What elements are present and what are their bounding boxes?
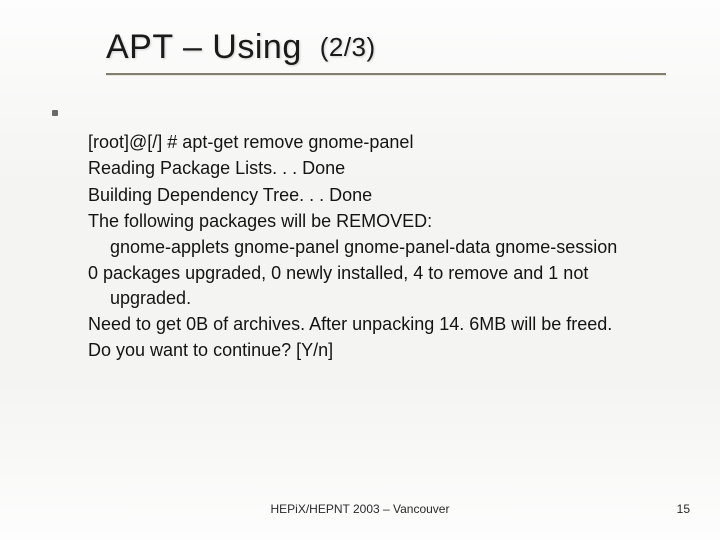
title-part: (2/3): [320, 32, 376, 62]
page-number: 15: [677, 502, 690, 516]
slide: APT – Using (2/3) [root]@[/] # apt-get r…: [0, 0, 720, 540]
body-text: [root]@[/] # apt-get remove gnome-panelR…: [88, 130, 690, 365]
body-line: gnome-applets gnome-panel gnome-panel-da…: [88, 235, 690, 259]
title-block: APT – Using (2/3): [106, 28, 680, 75]
bullet-icon: [52, 110, 58, 116]
body-line: 0 packages upgraded, 0 newly installed, …: [88, 261, 690, 310]
title-main: APT – Using: [106, 28, 302, 66]
body-line: Need to get 0B of archives. After unpack…: [88, 312, 690, 336]
body-line: Reading Package Lists. . . Done: [88, 156, 690, 180]
footer-text: HEPiX/HEPNT 2003 – Vancouver: [0, 502, 720, 516]
title-underline: [106, 73, 666, 75]
body-line: Building Dependency Tree. . . Done: [88, 183, 690, 207]
body-line: [root]@[/] # apt-get remove gnome-panel: [88, 130, 690, 154]
body-line: The following packages will be REMOVED:: [88, 209, 690, 233]
slide-title: APT – Using (2/3): [106, 28, 680, 67]
body-line: Do you want to continue? [Y/n]: [88, 338, 690, 362]
